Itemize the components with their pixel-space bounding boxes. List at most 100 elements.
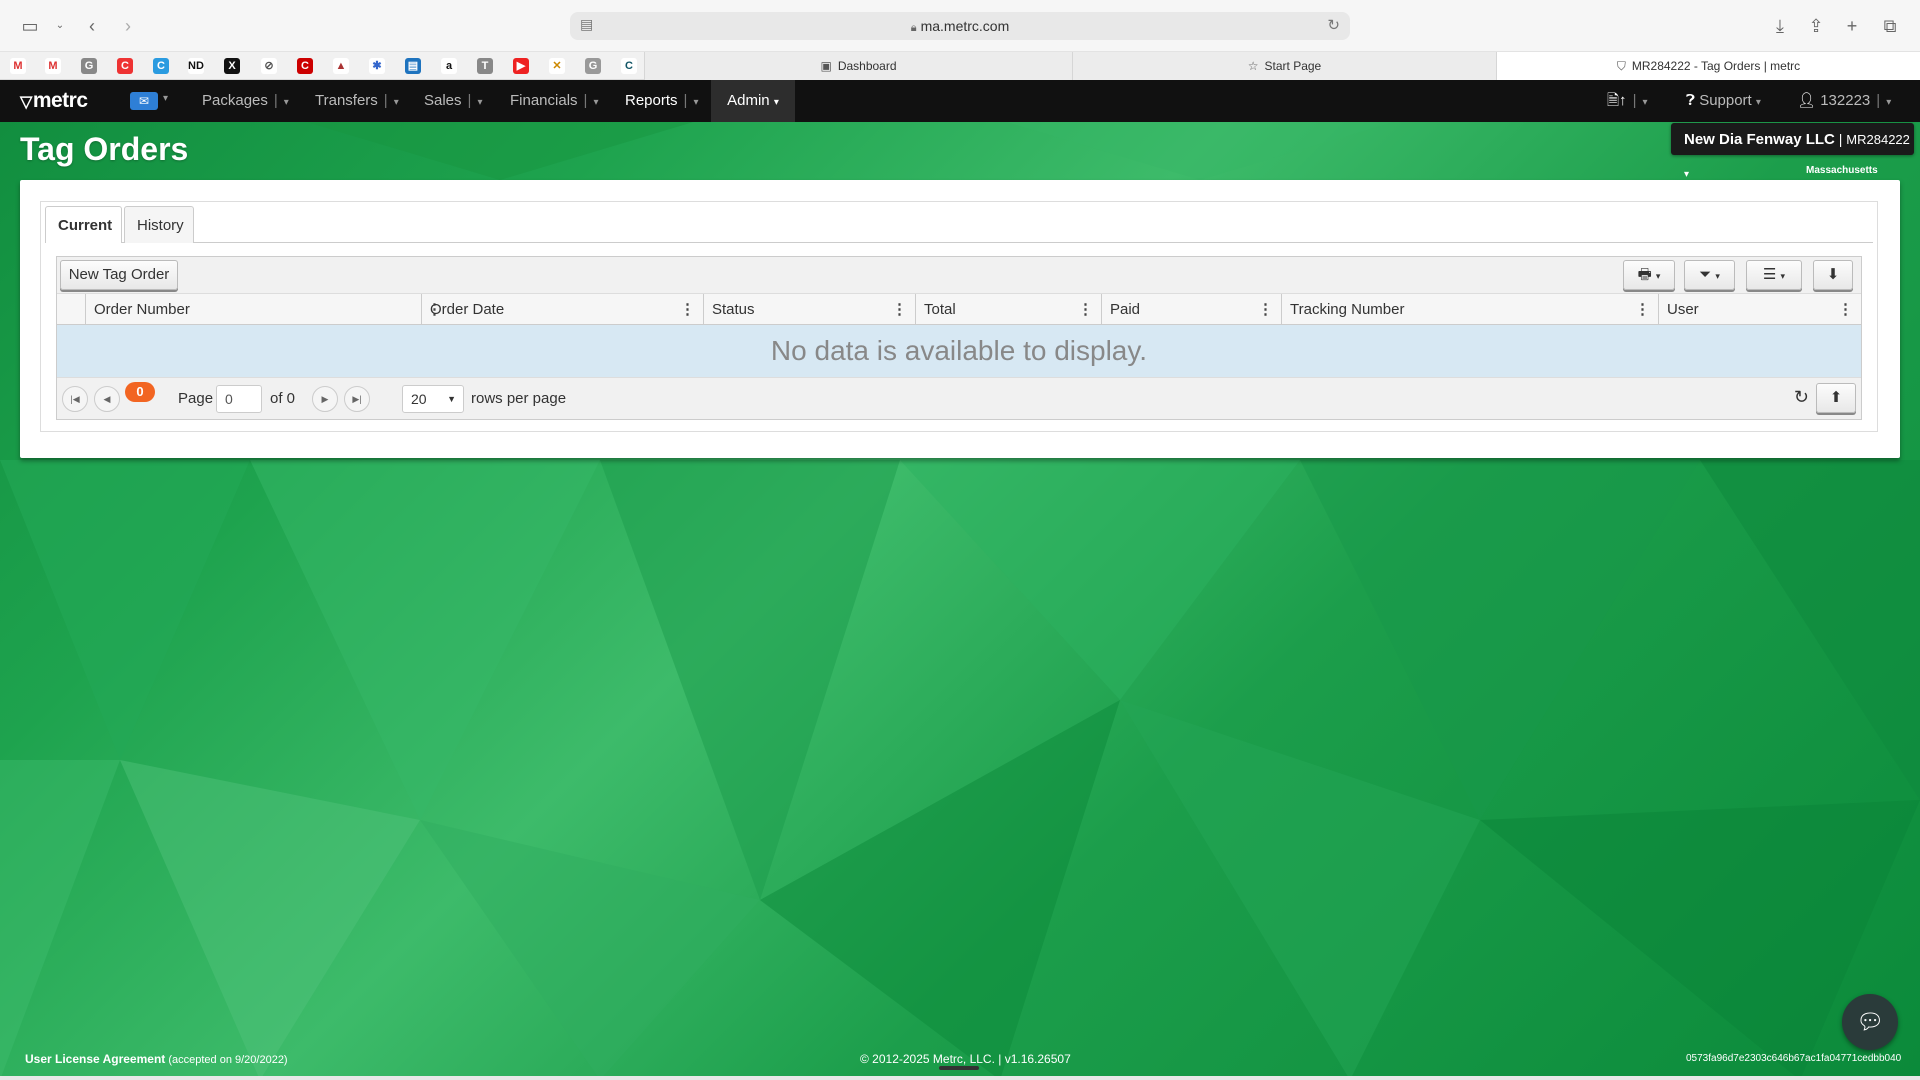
- column-label: Status: [712, 301, 755, 318]
- nav-label: Packages: [202, 92, 268, 109]
- compass-bookmark-icon[interactable]: ⊘: [261, 58, 277, 74]
- export-button[interactable]: ⬇: [1813, 260, 1853, 290]
- triangle-bookmark-icon[interactable]: ▲: [333, 58, 349, 74]
- blue-bookmark-icon[interactable]: C: [153, 58, 169, 74]
- forward-icon[interactable]: ›: [116, 14, 140, 38]
- facility-license: MR284222: [1846, 132, 1910, 147]
- mail-caret-icon[interactable]: ▾: [163, 93, 168, 104]
- column-header-paid[interactable]: Paid ⋮: [1101, 294, 1281, 325]
- share-icon[interactable]: ⇪: [1804, 14, 1828, 38]
- column-header-status[interactable]: Status ⋮: [703, 294, 915, 325]
- first-page-icon[interactable]: |◀: [62, 386, 88, 412]
- reload-icon[interactable]: ↻: [1327, 16, 1340, 34]
- metrc-logo[interactable]: ▽metrc: [20, 89, 88, 113]
- column-label: Tracking Number: [1290, 301, 1405, 318]
- bottom-edge: [0, 1076, 1920, 1080]
- cnn-bookmark-icon[interactable]: C: [297, 58, 313, 74]
- nav-financials[interactable]: Financials | ▾: [510, 80, 598, 122]
- last-page-icon[interactable]: ▶|: [344, 386, 370, 412]
- columns-menu-button[interactable]: ☰ ▾: [1746, 260, 1802, 290]
- user-label: 132223: [1820, 92, 1871, 109]
- refresh-icon[interactable]: ↻: [1794, 387, 1809, 408]
- sidebar-toggle-icon[interactable]: ▭: [18, 14, 42, 38]
- column-label: Order Number: [94, 301, 190, 318]
- column-menu-icon[interactable]: ⋮: [1078, 294, 1093, 325]
- gmail-bookmark-icon[interactable]: M: [45, 58, 61, 74]
- mail-icon[interactable]: ✉: [130, 92, 158, 110]
- user-icon: 👤︎: [1797, 92, 1817, 109]
- grid-toolbar: New Tag Order 🖶︎ ▾ ⏷ ▾ ☰ ▾ ⬇: [57, 257, 1861, 294]
- page-number-input[interactable]: 0: [216, 385, 262, 413]
- facility-selector[interactable]: New Dia Fenway LLC | MR284222 ▾: [1671, 123, 1914, 180]
- new-tag-order-button[interactable]: New Tag Order: [60, 260, 178, 290]
- file-upload-icon: 🗎︎↑: [1607, 92, 1627, 109]
- nav-label: Reports: [625, 92, 678, 109]
- column-menu-icon[interactable]: ⋮: [1258, 294, 1273, 325]
- column-header-tracking-number[interactable]: Tracking Number ⋮: [1281, 294, 1658, 325]
- shield-icon: ⛉: [1616, 59, 1626, 73]
- tab-label: Dashboard: [837, 59, 897, 73]
- caret-icon: ▾: [1684, 169, 1690, 180]
- rows-per-page-label: rows per page: [471, 390, 567, 407]
- caret-icon: ▾: [283, 97, 289, 108]
- g-grey-bookmark-icon[interactable]: G: [585, 58, 601, 74]
- column-menu-icon[interactable]: ⋮: [892, 294, 907, 325]
- gmail-bookmark-icon[interactable]: M: [10, 58, 26, 74]
- browser-toolbar: ▭ ⌄ ‹ › ▤ 🔒︎ ma.metrc.com ↻ ⤓ ⇪ + ⧉: [0, 0, 1920, 52]
- column-header-user[interactable]: User ⋮: [1658, 294, 1861, 325]
- chevron-down-icon[interactable]: ⌄: [48, 14, 72, 38]
- new-tab-icon[interactable]: +: [1840, 14, 1864, 38]
- t-bookmark-icon[interactable]: T: [477, 58, 493, 74]
- tab-container: Current History New Tag Order 🖶︎ ▾ ⏷ ▾ ☰…: [40, 201, 1878, 432]
- page-total-label: of 0: [270, 390, 296, 407]
- tab-dashboard[interactable]: ▣ Dashboard: [644, 52, 1072, 80]
- tab-overview-icon[interactable]: ⧉: [1878, 14, 1902, 38]
- tab-start-page[interactable]: ☆ Start Page: [1072, 52, 1496, 80]
- tab-history[interactable]: History: [124, 206, 194, 243]
- upload-menu[interactable]: 🗎︎↑ | ▾: [1607, 80, 1648, 122]
- tab-tag-orders[interactable]: ⛉ MR284222 - Tag Orders | metrc: [1496, 52, 1920, 80]
- x-bookmark-icon[interactable]: X: [224, 58, 240, 74]
- filter-button[interactable]: ⏷ ▾: [1684, 260, 1735, 290]
- chat-support-icon[interactable]: 💬︎: [1842, 994, 1898, 1050]
- download-icon[interactable]: ⤓: [1768, 14, 1792, 38]
- grid-pager: |◀ ◀ 0 Page 0 of 0 ▶ ▶| 20 ▼ rows per pag…: [57, 377, 1861, 419]
- youtube-bookmark-icon[interactable]: ▶: [513, 58, 529, 74]
- nav-support[interactable]: ❓︎ Support ▾: [1686, 80, 1761, 122]
- address-bar[interactable]: ▤ 🔒︎ ma.metrc.com ↻: [570, 12, 1350, 40]
- amex-bookmark-icon[interactable]: ▤: [405, 58, 421, 74]
- nav-sales[interactable]: Sales | ▾: [424, 80, 482, 122]
- next-page-icon[interactable]: ▶: [312, 386, 338, 412]
- caret-icon: ▾: [1780, 271, 1786, 281]
- nd-bookmark-icon[interactable]: ND: [188, 58, 204, 74]
- select-column-header: [57, 294, 85, 325]
- tag-orders-grid: New Tag Order 🖶︎ ▾ ⏷ ▾ ☰ ▾ ⬇ Order Numbe…: [56, 256, 1862, 420]
- column-header-order-date[interactable]: Order Date ⋮: [421, 294, 703, 325]
- column-menu-icon[interactable]: ⋮: [1635, 294, 1650, 325]
- column-menu-icon[interactable]: ⋮: [680, 294, 695, 325]
- g-bookmark-icon[interactable]: G: [81, 58, 97, 74]
- c-bookmark-icon[interactable]: C: [621, 58, 637, 74]
- nav-packages[interactable]: Packages | ▾: [202, 80, 289, 122]
- red-bookmark-icon[interactable]: C: [117, 58, 133, 74]
- x-orange-bookmark-icon[interactable]: ✕: [549, 58, 565, 74]
- nav-transfers[interactable]: Transfers | ▾: [315, 80, 399, 122]
- star-bookmark-icon[interactable]: ✱: [369, 58, 385, 74]
- rows-per-page-select[interactable]: 20 ▼: [402, 385, 464, 413]
- print-button[interactable]: 🖶︎ ▾: [1623, 260, 1675, 290]
- nav-user[interactable]: 👤︎ 132223 | ▾: [1797, 80, 1891, 122]
- column-label: Paid: [1110, 301, 1141, 318]
- nav-reports[interactable]: Reports | ▾: [625, 80, 698, 122]
- caret-icon: ▾: [1715, 271, 1720, 281]
- nav-admin[interactable]: Admin ▾: [711, 80, 795, 122]
- scroll-top-button[interactable]: ⬆: [1816, 383, 1856, 413]
- amazon-bookmark-icon[interactable]: a: [441, 58, 457, 74]
- column-menu-icon[interactable]: ⋮: [1838, 294, 1853, 325]
- back-icon[interactable]: ‹: [80, 14, 104, 38]
- tab-current[interactable]: Current: [45, 206, 122, 243]
- prev-page-icon[interactable]: ◀: [94, 386, 120, 412]
- column-header-order-number[interactable]: Order Number ⋮: [85, 294, 450, 325]
- column-header-total[interactable]: Total ⋮: [915, 294, 1101, 325]
- tabs-divider: [45, 242, 1873, 243]
- license-link[interactable]: User License Agreement: [25, 1052, 165, 1066]
